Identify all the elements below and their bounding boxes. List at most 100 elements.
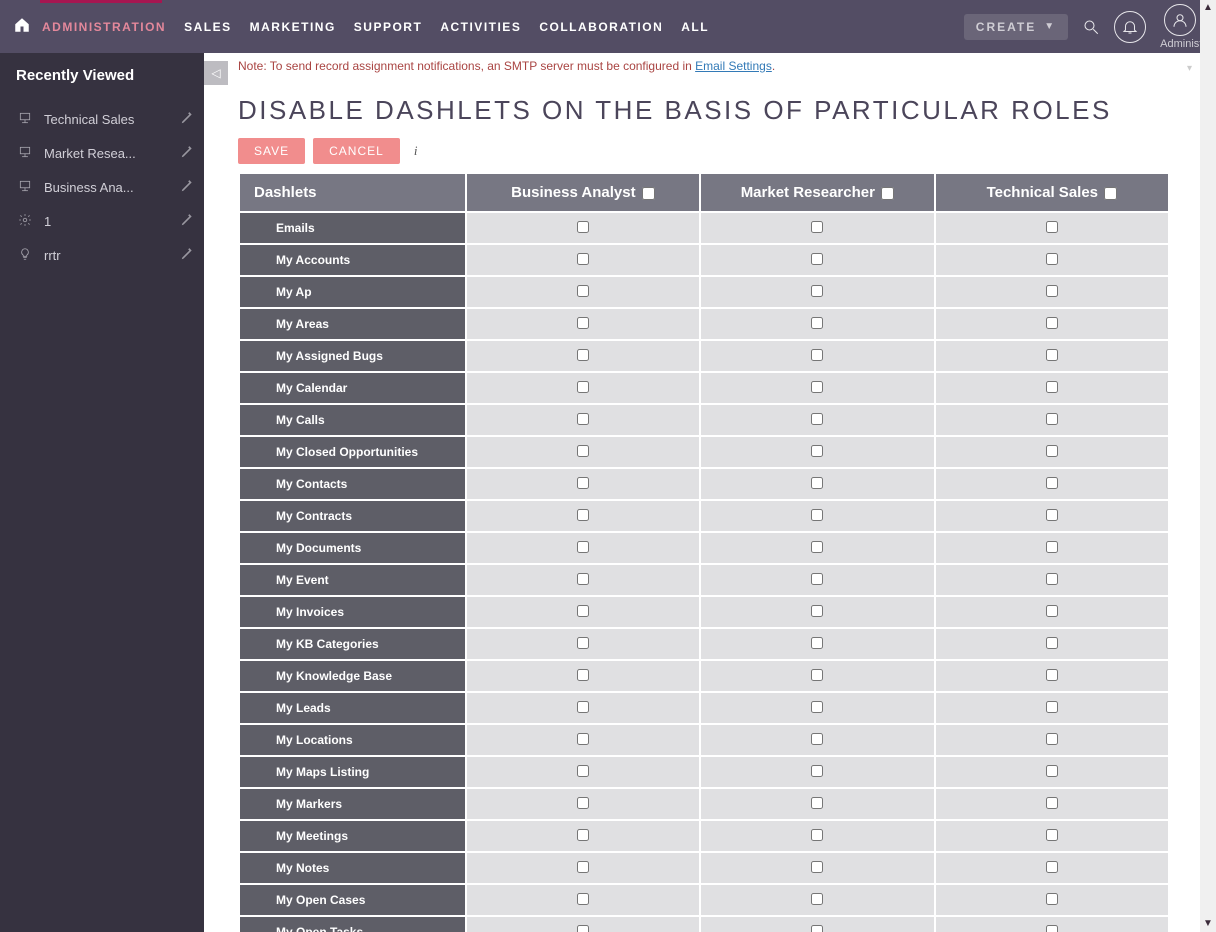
dashlet-role-checkbox[interactable] [1046,925,1058,932]
dashlet-role-checkbox[interactable] [1046,477,1058,489]
dashlet-role-checkbox[interactable] [811,669,823,681]
scroll-up-icon[interactable]: ▲ [1200,0,1216,16]
search-icon[interactable] [1082,18,1100,36]
dashlet-role-checkbox[interactable] [1046,733,1058,745]
dashlet-role-checkbox[interactable] [811,349,823,361]
dashlet-role-checkbox[interactable] [1046,861,1058,873]
email-settings-link[interactable]: Email Settings [695,59,772,73]
dashlet-role-checkbox[interactable] [811,445,823,457]
user-avatar-icon[interactable] [1164,4,1196,36]
create-button[interactable]: CREATE ▼ [964,14,1068,40]
dashlet-role-checkbox[interactable] [811,317,823,329]
recent-item[interactable]: Business Ana... [16,170,194,204]
dashlet-role-checkbox[interactable] [1046,285,1058,297]
recent-item[interactable]: rrtr [16,238,194,272]
dashlet-role-checkbox[interactable] [1046,797,1058,809]
dashlet-role-checkbox[interactable] [1046,381,1058,393]
recent-item[interactable]: Technical Sales [16,102,194,136]
dashlet-role-checkbox[interactable] [811,477,823,489]
edit-icon[interactable] [180,179,194,196]
dashlet-role-checkbox[interactable] [577,317,589,329]
dashlet-role-checkbox[interactable] [577,669,589,681]
recent-item[interactable]: Market Resea... [16,136,194,170]
dashlet-role-checkbox[interactable] [811,509,823,521]
dashlet-role-checkbox[interactable] [1046,349,1058,361]
dashlet-role-checkbox[interactable] [811,861,823,873]
dashlet-role-checkbox[interactable] [1046,573,1058,585]
role-master-checkbox[interactable] [1104,187,1117,200]
notifications-icon[interactable] [1114,11,1146,43]
home-icon[interactable] [8,16,36,37]
dashlet-role-checkbox[interactable] [577,637,589,649]
edit-icon[interactable] [180,213,194,230]
dashlet-role-checkbox[interactable] [1046,413,1058,425]
dashlet-role-checkbox[interactable] [1046,893,1058,905]
dashlet-role-checkbox[interactable] [1046,509,1058,521]
save-button[interactable]: SAVE [238,138,305,164]
dashlet-role-checkbox[interactable] [577,797,589,809]
dashlet-role-checkbox[interactable] [577,285,589,297]
dashlet-role-checkbox[interactable] [577,605,589,617]
dashlet-role-checkbox[interactable] [577,893,589,905]
scroll-down-icon[interactable]: ▼ [1200,916,1216,932]
dashlet-role-checkbox[interactable] [577,509,589,521]
dashlet-role-checkbox[interactable] [577,733,589,745]
dashlet-role-checkbox[interactable] [811,701,823,713]
notice-collapse-icon[interactable]: ▾ [1187,63,1192,74]
dashlet-role-checkbox[interactable] [811,221,823,233]
info-icon[interactable]: i [414,143,418,159]
role-master-checkbox[interactable] [881,187,894,200]
dashlet-role-checkbox[interactable] [811,925,823,932]
dashlet-role-checkbox[interactable] [577,701,589,713]
dashlet-role-checkbox[interactable] [1046,317,1058,329]
nav-item-marketing[interactable]: MARKETING [250,20,336,34]
nav-item-activities[interactable]: ACTIVITIES [440,20,521,34]
dashlet-role-checkbox[interactable] [577,925,589,932]
dashlet-role-checkbox[interactable] [577,573,589,585]
dashlet-role-checkbox[interactable] [811,413,823,425]
dashlet-role-checkbox[interactable] [1046,541,1058,553]
dashlet-role-checkbox[interactable] [811,893,823,905]
recent-item[interactable]: 1 [16,204,194,238]
dashlet-role-checkbox[interactable] [811,733,823,745]
dashlet-role-checkbox[interactable] [811,797,823,809]
cancel-button[interactable]: CANCEL [313,138,400,164]
dashlet-role-checkbox[interactable] [577,381,589,393]
nav-item-all[interactable]: ALL [681,20,709,34]
dashlet-role-checkbox[interactable] [811,605,823,617]
dashlet-role-checkbox[interactable] [577,861,589,873]
dashlet-role-checkbox[interactable] [1046,637,1058,649]
nav-item-administration[interactable]: ADMINISTRATION [42,20,166,34]
dashlet-role-checkbox[interactable] [1046,829,1058,841]
dashlet-role-checkbox[interactable] [1046,221,1058,233]
dashlet-role-checkbox[interactable] [577,765,589,777]
dashlet-role-checkbox[interactable] [577,541,589,553]
dashlet-role-checkbox[interactable] [577,221,589,233]
scrollbar[interactable]: ▲ ▼ [1200,0,1216,932]
nav-item-support[interactable]: SUPPORT [354,20,423,34]
edit-icon[interactable] [180,145,194,162]
dashlet-role-checkbox[interactable] [1046,445,1058,457]
dashlet-role-checkbox[interactable] [577,829,589,841]
dashlet-role-checkbox[interactable] [811,285,823,297]
dashlet-role-checkbox[interactable] [811,381,823,393]
dashlet-role-checkbox[interactable] [811,829,823,841]
dashlet-role-checkbox[interactable] [577,413,589,425]
dashlet-role-checkbox[interactable] [577,253,589,265]
dashlet-role-checkbox[interactable] [1046,765,1058,777]
nav-item-collaboration[interactable]: COLLABORATION [539,20,663,34]
dashlet-role-checkbox[interactable] [577,477,589,489]
dashlet-role-checkbox[interactable] [1046,669,1058,681]
dashlet-role-checkbox[interactable] [577,445,589,457]
dashlet-role-checkbox[interactable] [811,573,823,585]
dashlet-role-checkbox[interactable] [811,637,823,649]
dashlet-role-checkbox[interactable] [1046,701,1058,713]
dashlet-role-checkbox[interactable] [811,765,823,777]
dashlet-role-checkbox[interactable] [811,253,823,265]
role-master-checkbox[interactable] [642,187,655,200]
dashlet-role-checkbox[interactable] [1046,605,1058,617]
edit-icon[interactable] [180,247,194,264]
edit-icon[interactable] [180,111,194,128]
nav-item-sales[interactable]: SALES [184,20,232,34]
dashlet-role-checkbox[interactable] [1046,253,1058,265]
